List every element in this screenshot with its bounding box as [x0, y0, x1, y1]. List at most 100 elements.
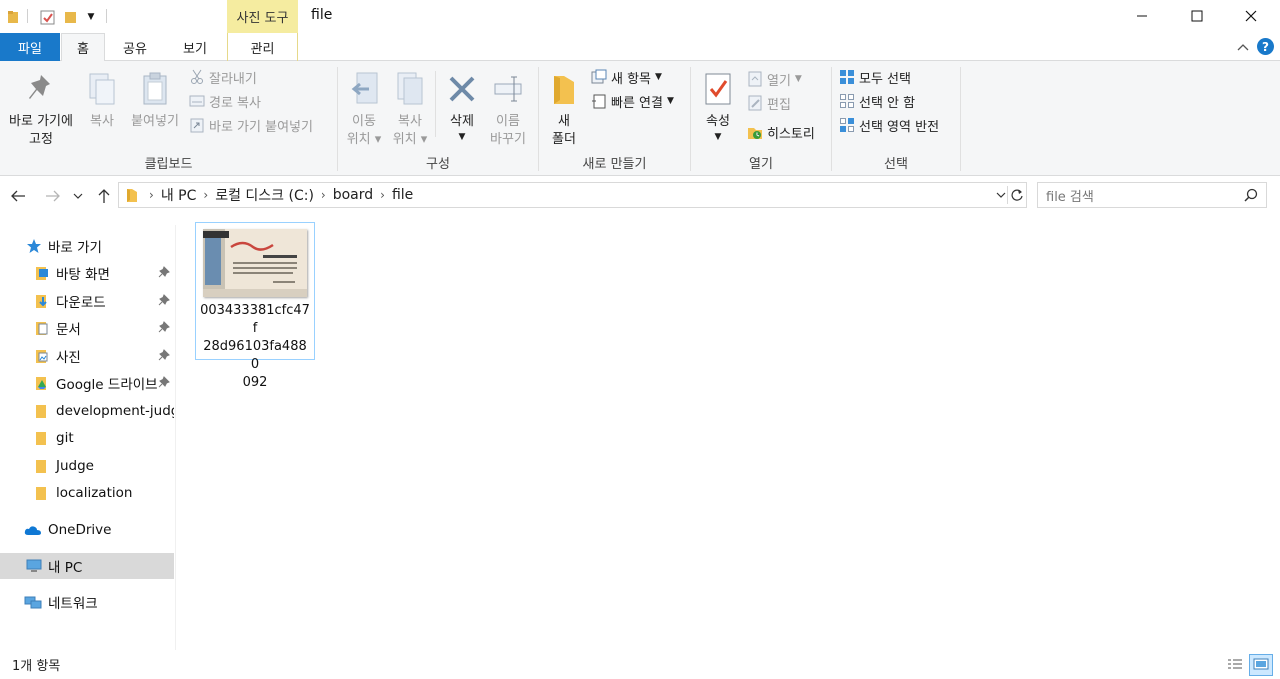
window-title: file: [311, 7, 333, 23]
up-button[interactable]: [93, 185, 115, 207]
group-label-clipboard: 클립보드: [144, 157, 193, 172]
breadcrumb-board[interactable]: board: [333, 187, 373, 203]
select-all-icon: [838, 68, 856, 86]
open-button[interactable]: 열기 ▼: [746, 68, 802, 90]
breadcrumb-local-disk[interactable]: 로컬 디스크 (C:): [215, 185, 314, 205]
address-dropdown-icon[interactable]: [996, 191, 1006, 199]
navigation-pane: 바로 가기 바탕 화면 다운로드 문서 사진 Google 드라이브 devel…: [0, 225, 176, 650]
select-none-label: 선택 안 함: [859, 95, 916, 111]
back-button[interactable]: [7, 185, 29, 207]
refresh-icon[interactable]: [1007, 186, 1025, 204]
close-button[interactable]: [1228, 0, 1274, 32]
pin-label-line1: 바로 가기에: [9, 114, 73, 129]
move-to-button[interactable]: 이동 위치 ▾: [342, 69, 386, 149]
tab-share[interactable]: 공유: [106, 33, 164, 61]
copy-path-button[interactable]: 경로 복사: [188, 90, 261, 112]
cloud-icon: [24, 522, 42, 538]
nav-pictures[interactable]: 사진: [0, 343, 174, 369]
nav-label: localization: [56, 485, 133, 501]
search-icon: [1244, 188, 1258, 202]
minimize-button[interactable]: [1119, 0, 1165, 32]
breadcrumb-file[interactable]: file: [392, 187, 413, 203]
nav-onedrive[interactable]: OneDrive: [0, 517, 174, 543]
new-item-label: 새 항목: [611, 71, 652, 87]
new-folder-label-line2: 폴더: [552, 132, 576, 147]
nav-folder-localization[interactable]: localization: [0, 480, 174, 506]
nav-this-pc[interactable]: 내 PC: [0, 553, 174, 579]
customize-toolbar-icon[interactable]: ▼: [84, 8, 98, 26]
copy-label: 복사: [90, 114, 114, 129]
copy-button[interactable]: 복사: [84, 69, 120, 131]
file-item[interactable]: 003433381cfc47f 28d96103fa4880 092: [195, 222, 315, 390]
nav-folder-git[interactable]: git: [0, 425, 174, 451]
delete-dropdown-icon[interactable]: ▼: [459, 131, 466, 143]
group-label-organize: 구성: [426, 157, 450, 172]
select-none-button[interactable]: 선택 안 함: [838, 90, 915, 112]
forward-button[interactable]: [42, 185, 64, 207]
group-label-open: 열기: [749, 157, 773, 172]
paste-shortcut-button[interactable]: 바로 가기 붙여넣기: [188, 114, 313, 136]
nav-google-drive[interactable]: Google 드라이브: [0, 370, 174, 396]
properties-icon[interactable]: [38, 8, 56, 26]
new-item-button[interactable]: 새 항목 ▼: [590, 66, 662, 88]
paste-button[interactable]: 붙여넣기: [126, 69, 184, 131]
computer-icon: [26, 558, 42, 574]
nav-network[interactable]: 네트워크: [0, 589, 174, 615]
folder-icon: [34, 458, 50, 474]
copy-to-label-line2: 위치 ▾: [392, 132, 428, 147]
history-button[interactable]: 히스토리: [746, 121, 815, 143]
recent-locations-button[interactable]: [70, 185, 86, 207]
properties-label: 속성: [706, 114, 730, 129]
help-icon[interactable]: ?: [1257, 38, 1274, 55]
copy-path-icon: [188, 92, 206, 110]
invert-selection-button[interactable]: 선택 영역 반전: [838, 114, 939, 136]
tab-home[interactable]: 홈: [61, 33, 105, 62]
title-bar: ▼ 사진 도구 file: [0, 0, 1280, 33]
tab-view[interactable]: 보기: [164, 33, 226, 61]
tab-manage[interactable]: 관리: [227, 33, 298, 61]
folder-icon: [34, 403, 50, 419]
maximize-button[interactable]: [1174, 0, 1220, 32]
nav-quick-access[interactable]: 바로 가기: [0, 233, 174, 259]
edit-button[interactable]: 편집: [746, 92, 791, 114]
nav-downloads[interactable]: 다운로드: [0, 288, 174, 314]
history-label: 히스토리: [767, 126, 815, 142]
ribbon: 바로 가기에 고정 복사 붙여넣기 잘라내기 경로 복사 바로 가기 붙여넣기 …: [0, 61, 1280, 176]
cut-label: 잘라내기: [209, 71, 257, 87]
copy-to-label-line1: 복사: [398, 114, 422, 129]
ribbon-tabs: 파일 홈 공유 보기 관리 ?: [0, 33, 1280, 62]
nav-desktop[interactable]: 바탕 화면: [0, 260, 174, 286]
large-icons-view-icon[interactable]: [1249, 654, 1273, 676]
nav-label: 네트워크: [48, 596, 98, 612]
collapse-ribbon-icon[interactable]: [1236, 41, 1250, 53]
new-folder-icon[interactable]: [62, 8, 80, 26]
nav-folder-development-judge[interactable]: development-judge: [0, 398, 174, 424]
copy-to-button[interactable]: 복사 위치 ▾: [388, 69, 432, 149]
details-view-icon[interactable]: [1226, 656, 1244, 674]
pictures-folder-icon: [34, 348, 50, 364]
file-name-line2: 28d96103fa4880: [203, 339, 307, 372]
copy-to-icon: [390, 69, 430, 109]
pin-to-quick-access-button[interactable]: 바로 가기에 고정: [4, 69, 78, 149]
cut-button[interactable]: 잘라내기: [188, 66, 257, 88]
rename-button[interactable]: 이름 바꾸기: [486, 69, 530, 149]
new-folder-button[interactable]: 새 폴더: [544, 69, 584, 149]
nav-documents[interactable]: 문서: [0, 315, 174, 341]
nav-folder-judge[interactable]: Judge: [0, 453, 174, 479]
search-input[interactable]: file 검색: [1046, 186, 1094, 205]
select-all-button[interactable]: 모두 선택: [838, 66, 911, 88]
nav-label: development-judge: [56, 403, 174, 419]
tab-file[interactable]: 파일: [0, 33, 60, 61]
properties-button[interactable]: 속성 ▼: [698, 69, 738, 143]
move-to-icon: [344, 69, 384, 109]
status-bar: 1개 항목: [0, 650, 1280, 679]
folder-icon: [34, 485, 50, 501]
easy-access-button[interactable]: 빠른 연결 ▼: [590, 90, 674, 112]
nav-label: 다운로드: [56, 295, 106, 311]
open-dropdown-icon: ▼: [794, 74, 802, 84]
properties-dropdown-icon[interactable]: ▼: [715, 131, 722, 143]
search-box[interactable]: file 검색: [1037, 182, 1267, 208]
address-bar[interactable]: › 내 PC › 로컬 디스크 (C:) › board › file: [118, 182, 1027, 208]
delete-button[interactable]: 삭제 ▼: [441, 69, 483, 143]
breadcrumb-this-pc[interactable]: 내 PC: [161, 185, 197, 205]
